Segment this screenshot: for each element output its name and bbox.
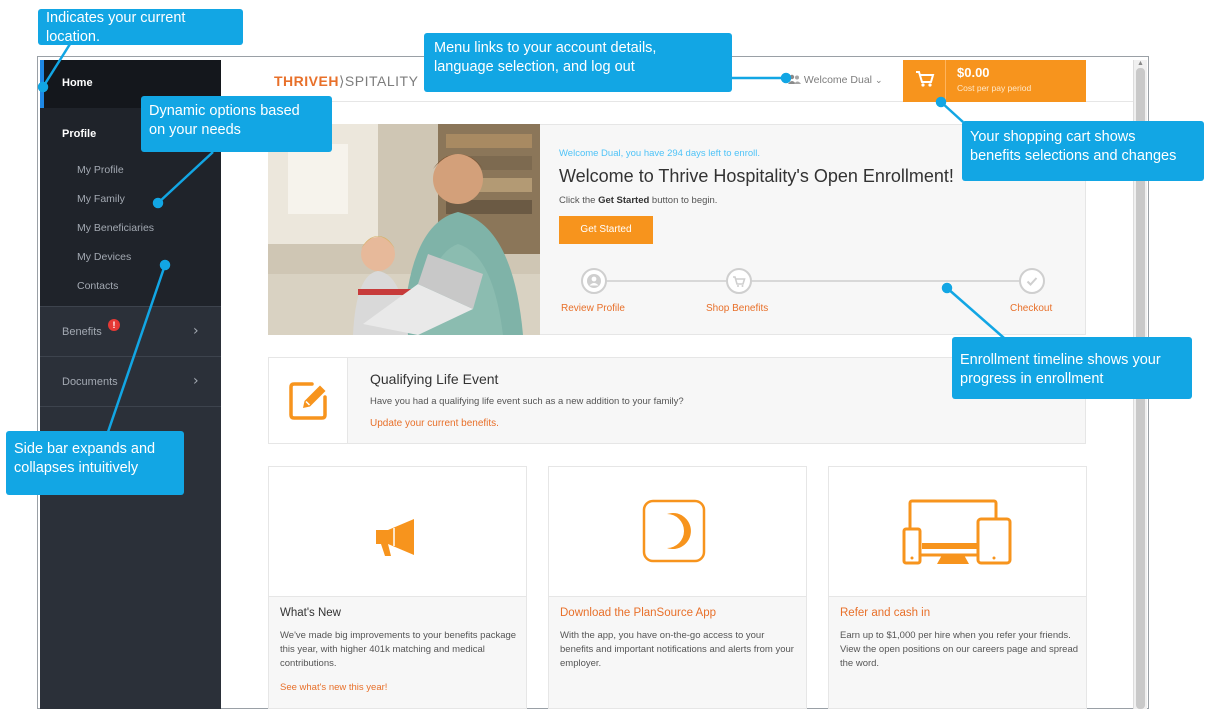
update-benefits-link[interactable]: Update your current benefits. [370,418,499,429]
review-profile-step[interactable] [581,268,607,294]
get-started-button[interactable]: Get Started [559,216,653,244]
days-left-message: Welcome Dual, you have 294 days left to … [559,148,761,159]
planSource-app-icon [642,499,706,563]
current-location-indicator [40,60,44,108]
callout-shopping-cart: Your shopping cart shows benefits select… [962,121,1204,181]
brand-logo[interactable]: THRIVEH⟩SPITALITY [274,73,418,90]
sidebar-item-my-devices[interactable]: My Devices [77,251,131,263]
sidebar-item-contacts[interactable]: Contacts [77,280,118,292]
card-body-refer: Earn up to $1,000 per hire when you refe… [840,630,1079,669]
sidebar-divider [40,356,221,357]
callout-current-location: Indicates your current location. [38,9,243,45]
shop-benefits-label[interactable]: Shop Benefits [706,303,768,314]
cart-icon [733,276,746,287]
checkout-step[interactable] [1019,268,1045,294]
chevron-right-icon[interactable]: › [193,373,199,389]
checkout-label[interactable]: Checkout [1010,303,1052,314]
screenshot-stage: Home Profile My Profile My Family My Ben… [0,0,1206,709]
scroll-up-icon[interactable]: ▲ [1137,60,1144,67]
card-title-download-app[interactable]: Download the PlanSource App [560,607,716,619]
sidebar-item-documents[interactable]: Documents [62,376,118,388]
qle-title: Qualifying Life Event [370,371,499,387]
welcome-label: Welcome Dual [803,74,873,86]
chevron-right-icon[interactable]: › [193,323,199,339]
chevron-down-icon: ⌄ [874,75,883,85]
sidebar-divider [40,406,221,407]
sidebar-item-profile[interactable]: Profile [62,128,96,140]
card-body-download-app: With the app, you have on-the-go access … [560,630,794,669]
card-title-whats-new: What's New [280,607,341,619]
card-title-refer[interactable]: Refer and cash in [840,607,930,619]
sidebar-divider [40,306,221,307]
qle-description: Have you had a qualifying life event suc… [370,396,684,407]
cart-caption: Cost per pay period [957,83,1032,93]
enrollment-timeline-line [594,280,1032,282]
qle-icon-box [268,357,348,444]
hero-photo [268,124,540,335]
whats-new-link[interactable]: See what's new this year! [280,682,387,693]
sidebar-item-my-family[interactable]: My Family [77,193,125,205]
sidebar-item-my-beneficiaries[interactable]: My Beneficiaries [77,222,154,234]
check-icon [1026,277,1038,286]
megaphone-icon [376,519,414,556]
card-body-whats-new: We've made big improvements to your bene… [280,630,517,669]
sidebar: Home Profile My Profile My Family My Ben… [40,60,221,709]
sidebar-home-label: Home [62,77,93,89]
review-profile-label[interactable]: Review Profile [561,303,625,314]
cart-amount: $0.00 [957,65,990,80]
callout-dynamic-options: Dynamic options based on your needs [141,96,332,152]
devices-icon [902,499,1012,565]
callout-enrollment-timeline: Enrollment timeline shows your progress … [952,337,1192,399]
callout-sidebar: Side bar expands and collapses intuitive… [6,431,184,495]
users-icon [788,74,801,84]
callout-menu-links: Menu links to your account details, lang… [424,33,732,92]
cart-separator [945,60,946,102]
sidebar-item-my-profile[interactable]: My Profile [77,164,124,176]
user-icon [587,274,601,288]
account-menu[interactable]: Welcome Dual ⌄ [788,74,882,86]
hero-instruction: Click the Get Started button to begin. [559,195,718,206]
hero-title: Welcome to Thrive Hospitality's Open Enr… [559,166,954,186]
cart-icon [916,71,935,87]
shop-benefits-step[interactable] [726,268,752,294]
sidebar-item-benefits[interactable]: Benefits [62,326,102,338]
benefits-alert-badge: ! [108,319,120,331]
edit-icon [289,382,327,420]
